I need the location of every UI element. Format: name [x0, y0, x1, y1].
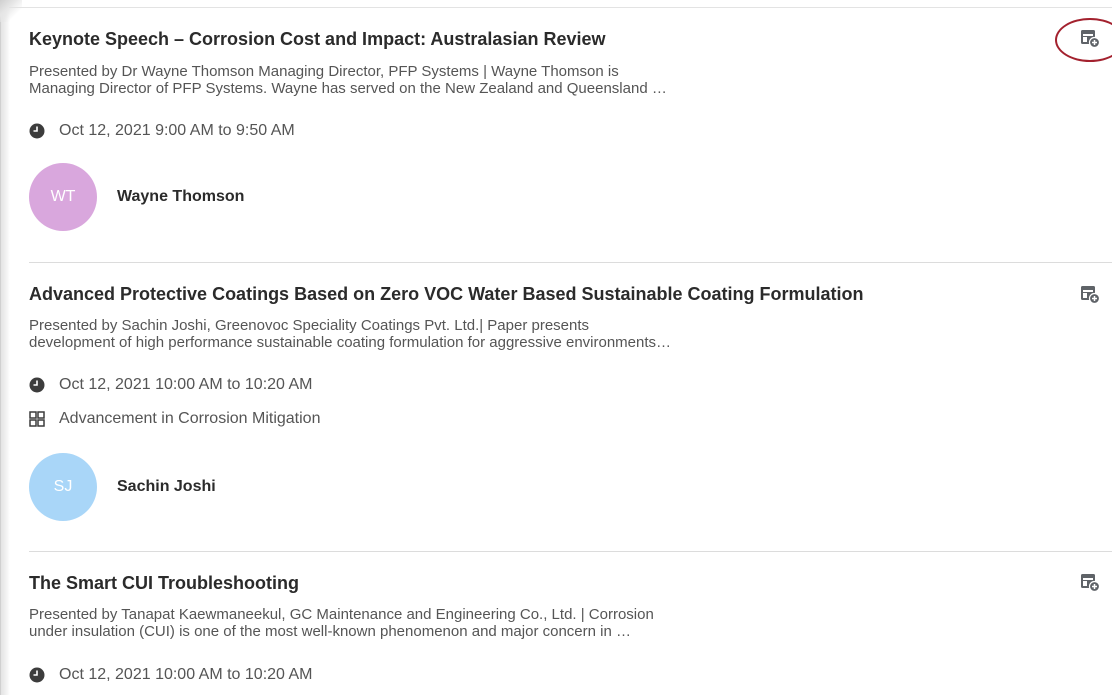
session-description: Presented by Sachin Joshi, Greenovoc Spe…	[29, 317, 789, 351]
add-to-calendar-button[interactable]	[1079, 285, 1101, 307]
speaker[interactable]: SJ Sachin Joshi	[29, 453, 216, 521]
calendar-add-icon	[1080, 572, 1101, 597]
speaker-name[interactable]: Wayne Thomson	[117, 188, 244, 206]
description-line: under insulation (CUI) is one of the mos…	[29, 623, 631, 640]
speaker-name[interactable]: Sachin Joshi	[117, 478, 216, 496]
session-time: Oct 12, 2021 10:00 AM to 10:20 AM	[29, 666, 313, 684]
description-line: Managing Director of PFP Systems. Wayne …	[29, 80, 667, 97]
session-title[interactable]: Advanced Protective Coatings Based on Ze…	[29, 284, 864, 305]
clock-icon	[29, 377, 45, 393]
grid-icon	[29, 411, 45, 427]
session-card: The Smart CUI Troubleshooting Presented …	[29, 552, 1112, 695]
description-line: Presented by Tanapat Kaewmaneekul, GC Ma…	[29, 606, 654, 623]
description-line: Presented by Dr Wayne Thomson Managing D…	[29, 63, 619, 80]
add-to-calendar-button[interactable]	[1079, 573, 1101, 595]
clock-icon	[29, 123, 45, 139]
calendar-add-icon	[1080, 284, 1101, 309]
session-description: Presented by Dr Wayne Thomson Managing D…	[29, 63, 789, 97]
page-curl-shadow	[0, 0, 22, 22]
session-title[interactable]: The Smart CUI Troubleshooting	[29, 573, 299, 594]
session-card: Keynote Speech – Corrosion Cost and Impa…	[29, 0, 1112, 262]
session-track-text: Advancement in Corrosion Mitigation	[59, 410, 321, 427]
session-time-text: Oct 12, 2021 10:00 AM to 10:20 AM	[59, 666, 313, 683]
clock-icon	[29, 667, 45, 683]
session-time: Oct 12, 2021 9:00 AM to 9:50 AM	[29, 122, 295, 140]
session-card: Advanced Protective Coatings Based on Ze…	[29, 263, 1112, 551]
session-time-text: Oct 12, 2021 10:00 AM to 10:20 AM	[59, 376, 313, 393]
session-track: Advancement in Corrosion Mitigation	[29, 410, 320, 428]
description-line: Presented by Sachin Joshi, Greenovoc Spe…	[29, 317, 590, 334]
session-description: Presented by Tanapat Kaewmaneekul, GC Ma…	[29, 606, 789, 640]
speaker[interactable]: WT Wayne Thomson	[29, 163, 244, 231]
description-line: development of high performance sustaina…	[29, 334, 672, 351]
session-time-text: Oct 12, 2021 9:00 AM to 9:50 AM	[59, 122, 295, 139]
avatar: WT	[29, 163, 97, 231]
session-title[interactable]: Keynote Speech – Corrosion Cost and Impa…	[29, 29, 605, 50]
window-left-edge	[0, 0, 10, 695]
avatar: SJ	[29, 453, 97, 521]
session-time: Oct 12, 2021 10:00 AM to 10:20 AM	[29, 376, 313, 394]
